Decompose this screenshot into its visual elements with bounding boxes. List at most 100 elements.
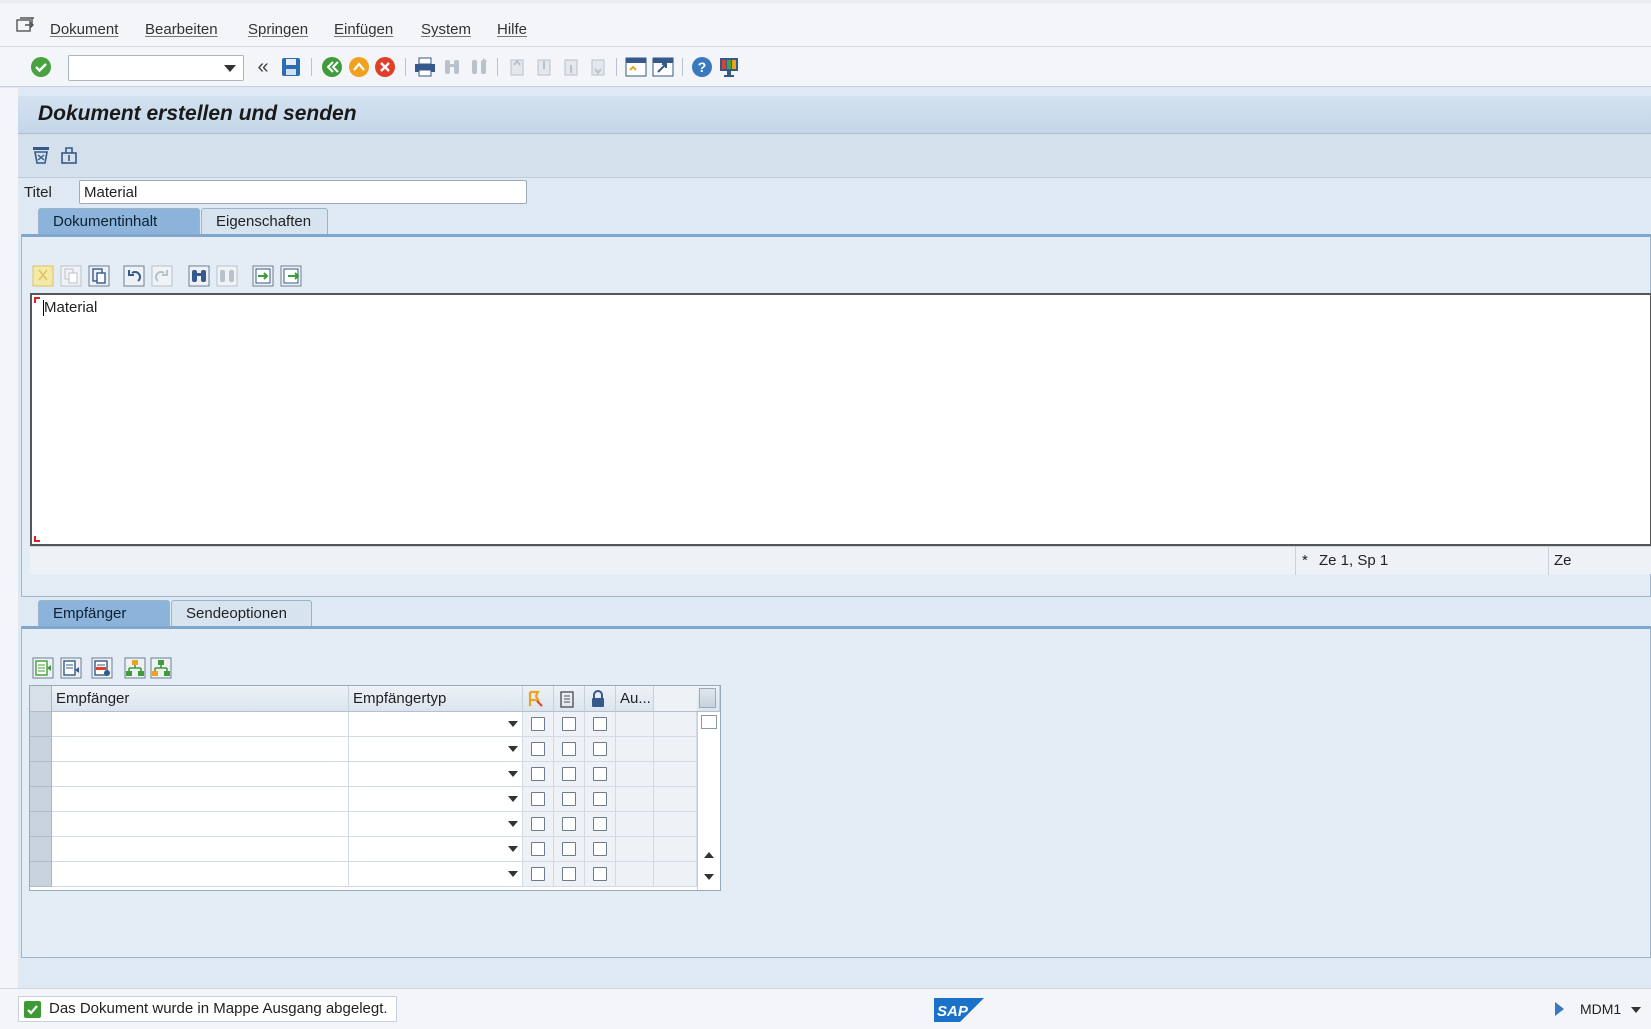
collapse-command-button[interactable]: « [251, 55, 275, 79]
chevron-down-icon[interactable] [224, 65, 236, 72]
attach-icon[interactable] [56, 142, 82, 168]
column-header-au[interactable]: Au... [616, 686, 654, 712]
menu-icon[interactable] [16, 17, 36, 33]
scroll-thumb[interactable] [701, 715, 717, 729]
system-info[interactable]: MDM1 [1580, 1001, 1642, 1017]
find-icon[interactable] [186, 263, 212, 289]
new-session-icon[interactable] [624, 55, 648, 79]
blind-checkbox[interactable] [593, 717, 607, 731]
chevron-down-icon[interactable] [508, 771, 518, 777]
save-icon[interactable] [279, 55, 303, 79]
delete-row-icon[interactable] [89, 655, 115, 681]
recipient-type-cell[interactable] [349, 712, 523, 737]
insert-row-icon[interactable] [30, 655, 56, 681]
exit-icon[interactable] [347, 55, 371, 79]
chevron-down-icon[interactable] [508, 796, 518, 802]
menu-bearbeiten[interactable]: Bearbeiten [145, 21, 218, 38]
recipient-type-cell[interactable] [349, 762, 523, 787]
scroll-up-icon[interactable] [704, 852, 714, 858]
copy-checkbox[interactable] [562, 867, 576, 881]
customize-layout-icon[interactable] [717, 55, 741, 79]
copy-checkbox[interactable] [562, 767, 576, 781]
import-icon[interactable] [250, 263, 276, 289]
undo-icon[interactable] [121, 263, 147, 289]
row-selector[interactable] [30, 837, 52, 862]
chevron-down-icon[interactable] [508, 846, 518, 852]
recipient-type-cell[interactable] [349, 812, 523, 837]
copy-checkbox[interactable] [562, 792, 576, 806]
editor-content[interactable]: Material [44, 299, 97, 316]
recipient-cell[interactable] [52, 862, 349, 887]
back-icon[interactable] [320, 55, 344, 79]
tab-sendeoptionen[interactable]: Sendeoptionen [171, 600, 312, 626]
row-selector[interactable] [30, 812, 52, 837]
recipient-type-cell[interactable] [349, 862, 523, 887]
org-structure-icon[interactable] [148, 655, 174, 681]
help-icon[interactable]: ? [690, 55, 714, 79]
recipient-cell[interactable] [52, 837, 349, 862]
column-header-recipient-type[interactable]: Empfängertyp [349, 686, 523, 712]
recipient-cell[interactable] [52, 812, 349, 837]
enter-check-icon[interactable] [29, 55, 53, 79]
column-header-copy[interactable] [554, 686, 585, 712]
send-icon[interactable] [28, 142, 54, 168]
blind-checkbox[interactable] [593, 767, 607, 781]
status-expand-icon[interactable] [1555, 1002, 1564, 1016]
recipient-type-cell[interactable] [349, 837, 523, 862]
menu-system[interactable]: System [421, 21, 471, 38]
menu-hilfe[interactable]: Hilfe [497, 21, 527, 38]
column-header-blind[interactable] [585, 686, 616, 712]
distribution-list-icon[interactable] [122, 655, 148, 681]
express-checkbox[interactable] [531, 792, 545, 806]
recipient-cell[interactable] [52, 762, 349, 787]
express-checkbox[interactable] [531, 717, 545, 731]
menu-springen[interactable]: Springen [248, 21, 308, 38]
chevron-down-icon[interactable] [508, 821, 518, 827]
shortcut-icon[interactable] [651, 55, 675, 79]
row-selector[interactable] [30, 762, 52, 787]
recipient-type-cell[interactable] [349, 787, 523, 812]
recipient-cell[interactable] [52, 787, 349, 812]
select-all-cell[interactable] [30, 686, 52, 712]
copy-checkbox[interactable] [562, 817, 576, 831]
chevron-down-icon[interactable] [1631, 1007, 1642, 1014]
blind-checkbox[interactable] [593, 867, 607, 881]
scroll-down-icon[interactable] [704, 874, 714, 880]
blind-checkbox[interactable] [593, 842, 607, 856]
express-checkbox[interactable] [531, 867, 545, 881]
paste-icon[interactable] [86, 263, 112, 289]
cancel-icon[interactable] [373, 55, 397, 79]
document-editor[interactable]: Material [30, 293, 1651, 546]
command-field[interactable] [68, 55, 244, 81]
copy-checkbox[interactable] [562, 742, 576, 756]
blind-checkbox[interactable] [593, 742, 607, 756]
tab-dokumentinhalt[interactable]: Dokumentinhalt [38, 208, 200, 234]
table-vertical-scrollbar[interactable] [697, 712, 720, 890]
column-header-express[interactable] [523, 686, 554, 712]
row-selector[interactable] [30, 787, 52, 812]
tab-eigenschaften[interactable]: Eigenschaften [201, 208, 328, 234]
row-selector[interactable] [30, 712, 52, 737]
append-row-icon[interactable] [58, 655, 84, 681]
chevron-down-icon[interactable] [508, 746, 518, 752]
recipient-type-cell[interactable] [349, 737, 523, 762]
menu-einfuegen[interactable]: Einfügen [334, 21, 393, 38]
status-message[interactable]: Das Dokument wurde in Mappe Ausgang abge… [18, 996, 397, 1022]
copy-checkbox[interactable] [562, 717, 576, 731]
chevron-down-icon[interactable] [508, 721, 518, 727]
print-icon[interactable] [413, 55, 437, 79]
title-input[interactable] [79, 180, 527, 204]
blind-checkbox[interactable] [593, 792, 607, 806]
column-settings-button[interactable] [697, 686, 720, 712]
express-checkbox[interactable] [531, 842, 545, 856]
tab-empfaenger[interactable]: Empfänger [38, 600, 170, 626]
recipient-cell[interactable] [52, 737, 349, 762]
express-checkbox[interactable] [531, 817, 545, 831]
column-header-recipient[interactable]: Empfänger [52, 686, 349, 712]
blind-checkbox[interactable] [593, 817, 607, 831]
copy-checkbox[interactable] [562, 842, 576, 856]
express-checkbox[interactable] [531, 767, 545, 781]
express-checkbox[interactable] [531, 742, 545, 756]
recipient-cell[interactable] [52, 712, 349, 737]
menu-dokument[interactable]: Dokument [50, 21, 118, 38]
